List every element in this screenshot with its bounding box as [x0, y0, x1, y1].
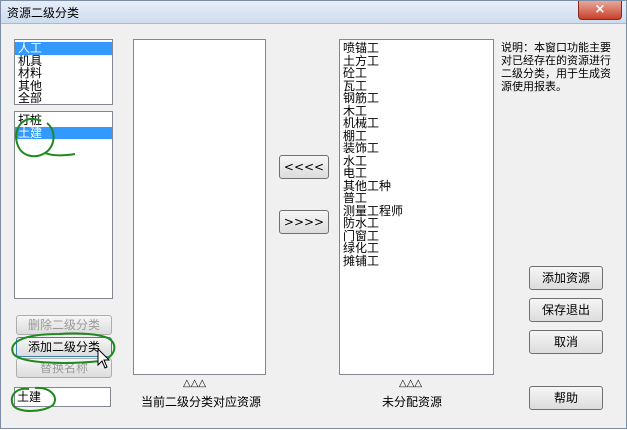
unassigned-resource-item[interactable]: 装饰工 [340, 142, 493, 155]
unassigned-resources-list[interactable]: 喷锚工 土方工 砼工 瓦工 钢筋工 木工 机械工 棚工 装饰工 水工 电工 其他工种 普工 测量工程师 防水… [339, 39, 494, 375]
second-category-item[interactable]: 土建 [15, 126, 112, 139]
add-resource-button[interactable]: 添加资源 [529, 266, 603, 290]
unassigned-resource-item[interactable]: 摊铺工 [340, 255, 493, 268]
title-bar[interactable]: 资源二级分类 × [1, 1, 626, 24]
help-button[interactable]: 帮助 [529, 386, 603, 410]
dialog-window: 资源二级分类 × 人工 机具 材料 其他 全部 打桩 土建 删除二级分类 添加二级分类 替… [0, 0, 627, 429]
current-resources-caption: 当前二级分类对应资源 [141, 395, 262, 409]
unassigned-resource-item[interactable]: 绿化工 [340, 242, 493, 255]
cancel-button[interactable]: 取消 [529, 330, 603, 354]
unassigned-resource-item[interactable]: 防水工 [340, 217, 493, 230]
window-title: 资源二级分类 [7, 6, 80, 20]
category-name-input[interactable]: 土建 [14, 387, 111, 407]
top-category-item[interactable]: 材料 [15, 67, 112, 80]
unassigned-resources-marks: △△△ [399, 378, 423, 389]
close-button[interactable]: × [578, 1, 622, 20]
description-note: 说明：本窗口功能主要对已经存在的资源进行二级分类，用于生成资源使用报表。 [501, 41, 611, 93]
second-category-list[interactable]: 打桩 土建 [14, 111, 113, 299]
top-category-item[interactable]: 全部 [15, 92, 112, 105]
top-category-list[interactable]: 人工 机具 材料 其他 全部 [14, 39, 113, 105]
unassigned-resource-item[interactable]: 喷锚工 [340, 42, 493, 55]
unassigned-resource-item[interactable]: 砼工 [340, 67, 493, 80]
current-resources-marks: △△△ [183, 378, 207, 389]
delete-second-category-button[interactable]: 删除二级分类 [16, 315, 112, 335]
top-category-item[interactable]: 人工 [15, 42, 112, 55]
add-second-category-button[interactable]: 添加二级分类 [16, 337, 112, 357]
save-exit-button[interactable]: 保存退出 [529, 298, 603, 322]
unassigned-resource-item[interactable]: 普工 [340, 192, 493, 205]
close-icon: × [594, 2, 606, 17]
second-category-item[interactable]: 打桩 [15, 114, 112, 127]
current-resources-list[interactable] [133, 39, 266, 375]
move-right-button[interactable]: >>>> [279, 210, 329, 234]
unassigned-resource-item[interactable]: 机械工 [340, 117, 493, 130]
unassigned-resource-item[interactable]: 电工 [340, 167, 493, 180]
rename-button[interactable]: 替换名称 [16, 358, 112, 378]
unassigned-resources-caption: 未分配资源 [382, 395, 443, 409]
move-left-button[interactable]: <<<< [279, 155, 329, 179]
unassigned-resource-item[interactable]: 钢筋工 [340, 92, 493, 105]
